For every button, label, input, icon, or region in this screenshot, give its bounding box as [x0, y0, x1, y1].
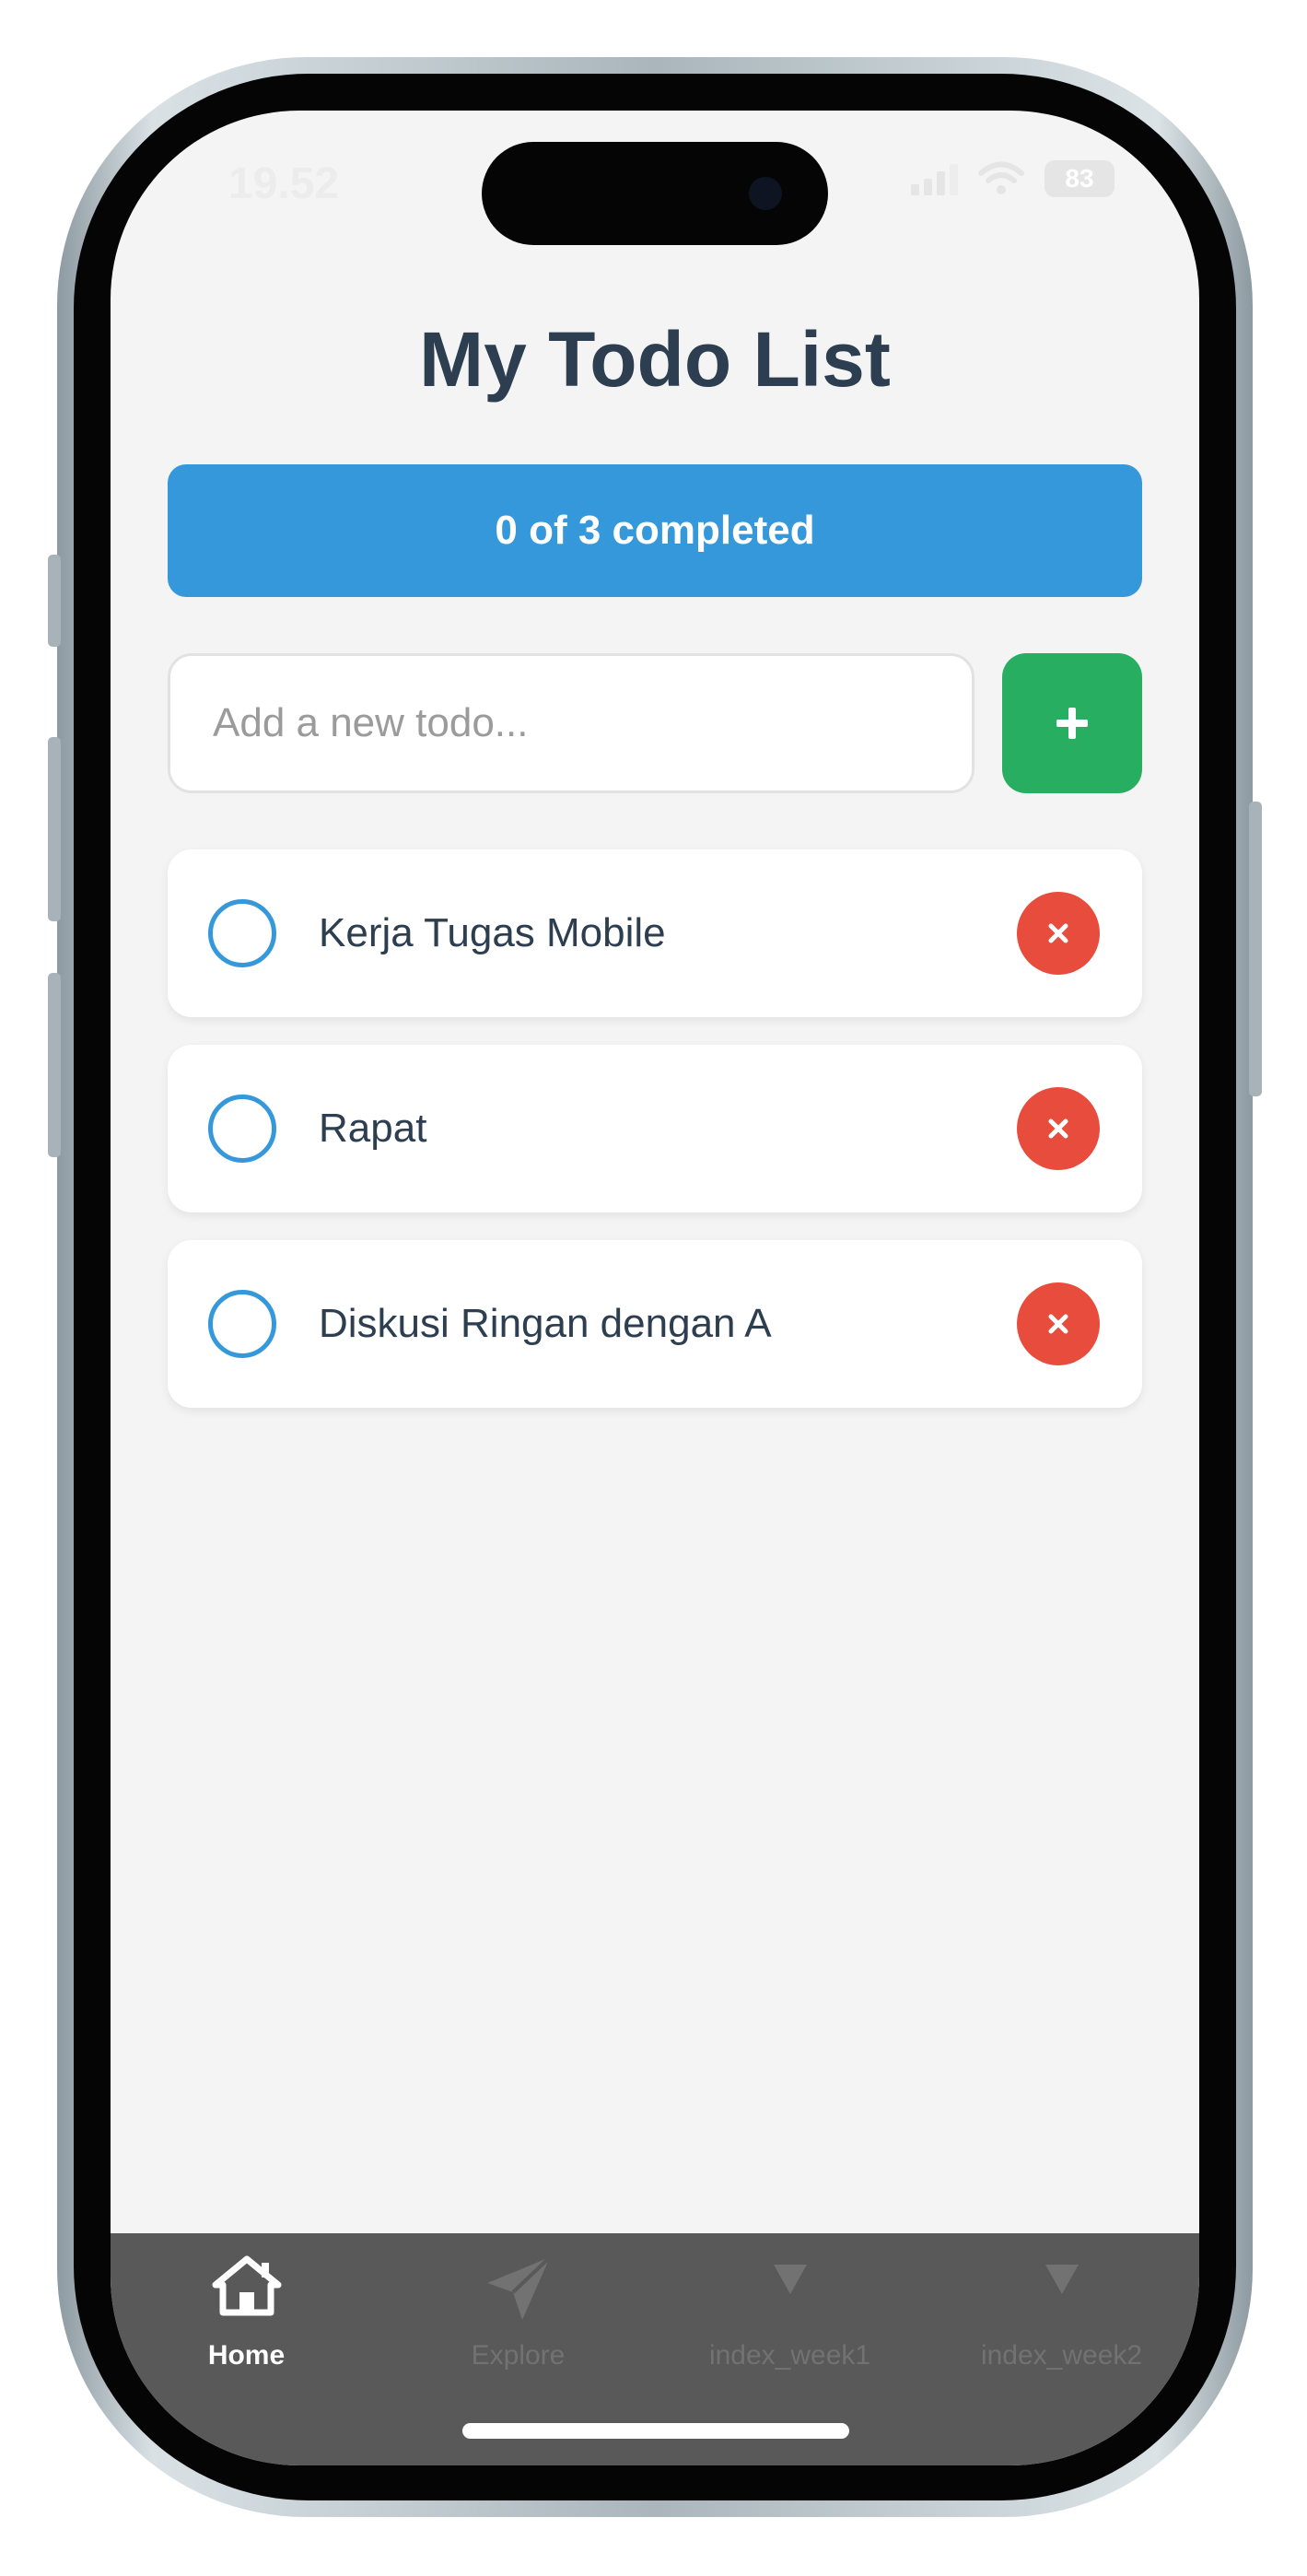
- close-icon: [1048, 1118, 1068, 1139]
- status-icons: 83: [911, 160, 1114, 197]
- screen: 19.52 83 My Todo List 0 of 3 completed A…: [111, 111, 1199, 2465]
- add-todo-row: [168, 653, 1142, 793]
- tab-home[interactable]: Home: [111, 2233, 382, 2390]
- home-indicator[interactable]: [462, 2423, 849, 2439]
- action-button: [48, 555, 61, 647]
- todo-list: Kerja Tugas Mobile Rapat Diskusi Ringan …: [168, 849, 1142, 1435]
- wifi-icon: [978, 161, 1024, 194]
- todo-item: Diskusi Ringan dengan A: [168, 1240, 1142, 1408]
- volume-up-button: [48, 737, 61, 921]
- tab-index-week2[interactable]: index_week2: [926, 2233, 1197, 2390]
- triangle-down-icon: [773, 2265, 807, 2294]
- delete-todo-button[interactable]: [1017, 892, 1100, 975]
- volume-down-button: [48, 973, 61, 1157]
- add-todo-button[interactable]: [1002, 653, 1142, 793]
- tab-label: index_week2: [980, 2340, 1143, 2371]
- battery-icon: 83: [1044, 160, 1114, 197]
- status-time: 19.52: [228, 159, 340, 208]
- page-title: My Todo List: [419, 316, 891, 403]
- dynamic-island: [482, 142, 828, 245]
- power-button: [1249, 802, 1262, 1096]
- delete-todo-button[interactable]: [1017, 1087, 1100, 1170]
- todo-item: Rapat: [168, 1045, 1142, 1212]
- tab-label: Home: [207, 2340, 286, 2371]
- todo-checkbox[interactable]: [208, 1095, 276, 1163]
- todo-text[interactable]: Kerja Tugas Mobile: [319, 849, 666, 1017]
- todo-text[interactable]: Diskusi Ringan dengan A: [319, 1240, 772, 1408]
- home-icon: [212, 2255, 281, 2316]
- paper-plane-icon: [486, 2255, 551, 2320]
- cellular-signal-icon: [911, 162, 958, 195]
- progress-summary: 0 of 3 completed: [168, 464, 1142, 597]
- tab-index-week1[interactable]: index_week1: [654, 2233, 926, 2390]
- plus-icon: [1056, 708, 1088, 739]
- tab-label: index_week1: [708, 2340, 871, 2371]
- tab-explore[interactable]: Explore: [382, 2233, 654, 2390]
- todo-checkbox[interactable]: [208, 1290, 276, 1358]
- tab-label: Explore: [471, 2340, 566, 2371]
- new-todo-input[interactable]: [168, 653, 974, 793]
- triangle-down-icon: [1044, 2265, 1079, 2294]
- todo-item: Kerja Tugas Mobile: [168, 849, 1142, 1017]
- delete-todo-button[interactable]: [1017, 1282, 1100, 1365]
- close-icon: [1048, 923, 1068, 943]
- todo-checkbox[interactable]: [208, 899, 276, 967]
- todo-text[interactable]: Rapat: [319, 1045, 426, 1212]
- front-camera: [749, 177, 782, 210]
- close-icon: [1048, 1314, 1068, 1334]
